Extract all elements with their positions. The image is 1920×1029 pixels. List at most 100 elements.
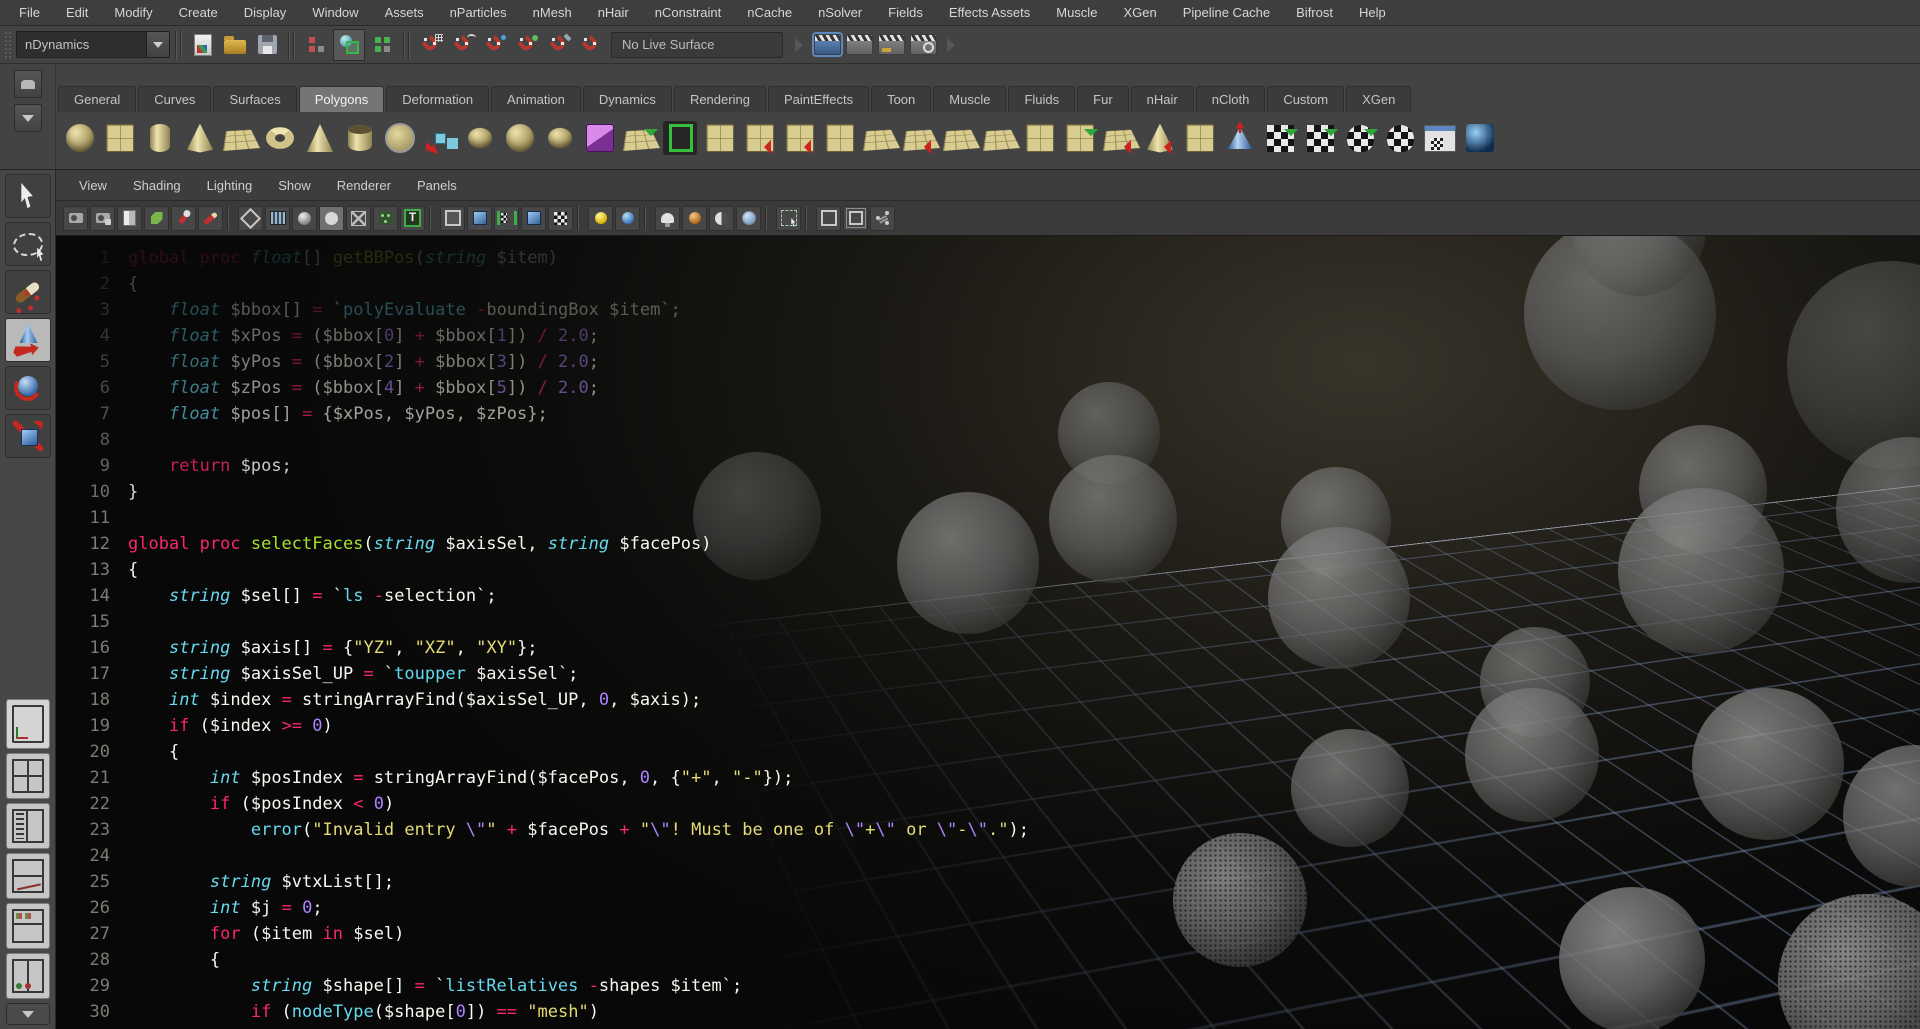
- bevel-icon[interactable]: [1021, 116, 1059, 160]
- light-manipulator-icon[interactable]: [655, 206, 680, 231]
- shelf-tab-custom[interactable]: Custom: [1267, 86, 1344, 112]
- menu-nmesh[interactable]: nMesh: [520, 1, 585, 24]
- shelf-tab-muscle[interactable]: Muscle: [933, 86, 1006, 112]
- snap-to-projected-center-icon[interactable]: [512, 30, 542, 60]
- viewport[interactable]: 1global proc float[] getBBPos(string $it…: [56, 236, 1920, 1029]
- move-tool[interactable]: [5, 318, 51, 362]
- shelf-tab-ncloth[interactable]: nCloth: [1196, 86, 1266, 112]
- new-scene-icon[interactable]: [188, 30, 218, 60]
- all-lights-icon[interactable]: [467, 206, 492, 231]
- menu-create[interactable]: Create: [166, 1, 231, 24]
- default-lighting-icon[interactable]: [440, 206, 465, 231]
- menu-bifrost[interactable]: Bifrost: [1283, 1, 1346, 24]
- select-hierarchy-icon[interactable]: [301, 30, 331, 60]
- shelf-tab-animation[interactable]: Animation: [491, 86, 581, 112]
- layout-hypershade-persp[interactable]: [6, 903, 50, 949]
- menu-set-dropdown[interactable]: nDynamics: [16, 31, 170, 58]
- uv-shield-icon[interactable]: [1381, 116, 1419, 160]
- ipr-render-icon[interactable]: [876, 30, 906, 60]
- snap-to-view-plane-icon[interactable]: [544, 30, 574, 60]
- select-component-icon[interactable]: [367, 30, 397, 60]
- menu-nsolver[interactable]: nSolver: [805, 1, 875, 24]
- open-scene-icon[interactable]: [220, 30, 250, 60]
- make-live-icon[interactable]: [576, 30, 606, 60]
- panel-menu-renderer[interactable]: Renderer: [324, 175, 404, 196]
- paint-reduce-icon[interactable]: [941, 116, 979, 160]
- menu-edit[interactable]: Edit: [53, 1, 101, 24]
- paint-select-tool[interactable]: [5, 270, 51, 314]
- menu-xgen[interactable]: XGen: [1110, 1, 1169, 24]
- shelf-menu-button[interactable]: [14, 104, 42, 132]
- select-tool[interactable]: [5, 174, 51, 218]
- texture-ball-icon[interactable]: [682, 206, 707, 231]
- polygon-torus-icon[interactable]: [261, 116, 299, 160]
- shelf-tab-dynamics[interactable]: Dynamics: [583, 86, 672, 112]
- menu-file[interactable]: File: [6, 1, 53, 24]
- camera-select-icon[interactable]: [63, 206, 88, 231]
- panel-menu-panels[interactable]: Panels: [404, 175, 470, 196]
- extrude-icon[interactable]: [1101, 116, 1139, 160]
- render-view-icon[interactable]: [812, 30, 842, 60]
- menu-fields[interactable]: Fields: [875, 1, 936, 24]
- camera-attributes-icon[interactable]: [90, 206, 115, 231]
- selection-highlight-icon[interactable]: [776, 206, 801, 231]
- polygon-platonic-icon[interactable]: [381, 116, 419, 160]
- shelf-tab-nhair[interactable]: nHair: [1131, 86, 1194, 112]
- screen-space-ao-icon[interactable]: [521, 206, 546, 231]
- grease-pencil-icon[interactable]: [198, 206, 223, 231]
- shading-override-icon[interactable]: [615, 206, 640, 231]
- menu-effects-assets[interactable]: Effects Assets: [936, 1, 1043, 24]
- layout-four-view[interactable]: [6, 753, 50, 799]
- smooth-sphere-icon[interactable]: [501, 116, 539, 160]
- uv-cylindrical-icon[interactable]: [1301, 116, 1339, 160]
- snap-to-curve-icon[interactable]: [448, 30, 478, 60]
- bookmark-icon[interactable]: [117, 206, 142, 231]
- paint-texture-cube-icon[interactable]: [581, 116, 619, 160]
- menu-pipeline-cache[interactable]: Pipeline Cache: [1170, 1, 1283, 24]
- shelf-tab-surfaces[interactable]: Surfaces: [213, 86, 296, 112]
- menu-modify[interactable]: Modify: [101, 1, 165, 24]
- menu-display[interactable]: Display: [231, 1, 300, 24]
- scale-tool[interactable]: [5, 414, 51, 458]
- shelf-tab-rendering[interactable]: Rendering: [674, 86, 766, 112]
- layout-outliner-persp[interactable]: [6, 803, 50, 849]
- menu-help[interactable]: Help: [1346, 1, 1399, 24]
- shelf-tab-fur[interactable]: Fur: [1077, 86, 1129, 112]
- merge-icon[interactable]: [1141, 116, 1179, 160]
- multi-cut-icon[interactable]: [661, 116, 699, 160]
- polygon-cube-icon[interactable]: [101, 116, 139, 160]
- polygon-cone-icon[interactable]: [181, 116, 219, 160]
- shelf-tab-xgen[interactable]: XGen: [1346, 86, 1411, 112]
- panel-menu-lighting[interactable]: Lighting: [194, 175, 266, 196]
- render-settings-icon[interactable]: [908, 30, 938, 60]
- shelf-tab-curves[interactable]: Curves: [138, 86, 211, 112]
- image-plane-icon[interactable]: [144, 206, 169, 231]
- voxel-preview-icon[interactable]: [1461, 116, 1499, 160]
- shelf-tab-menu-button[interactable]: [14, 70, 42, 98]
- layout-more[interactable]: [6, 1003, 50, 1025]
- menu-window[interactable]: Window: [299, 1, 371, 24]
- smooth-icon[interactable]: [861, 116, 899, 160]
- uv-auto-projection-icon[interactable]: [1261, 116, 1299, 160]
- textured-icon[interactable]: [373, 206, 398, 231]
- bridge-icon[interactable]: [1061, 116, 1099, 160]
- wire-sphere-icon[interactable]: [541, 116, 579, 160]
- add-divisions-icon[interactable]: [981, 116, 1019, 160]
- reduce-cone-icon[interactable]: [1221, 116, 1259, 160]
- boolean-icon[interactable]: [821, 116, 859, 160]
- chevron-down-icon[interactable]: [146, 32, 169, 57]
- select-object-icon[interactable]: [333, 29, 365, 61]
- snap-to-point-icon[interactable]: [480, 30, 510, 60]
- shelf-tab-fluids[interactable]: Fluids: [1008, 86, 1075, 112]
- smooth-shade-icon[interactable]: [292, 206, 317, 231]
- uv-spherical-icon[interactable]: [1341, 116, 1379, 160]
- reduce-icon[interactable]: [901, 116, 939, 160]
- menu-ncache[interactable]: nCache: [734, 1, 805, 24]
- gamma-icon[interactable]: [736, 206, 761, 231]
- sphere-half-icon[interactable]: [461, 116, 499, 160]
- render-current-frame-icon[interactable]: [844, 30, 874, 60]
- layout-persp-graph[interactable]: [6, 853, 50, 899]
- rotate-tool[interactable]: [5, 366, 51, 410]
- snap-to-grid-icon[interactable]: [416, 30, 446, 60]
- menu-assets[interactable]: Assets: [372, 1, 437, 24]
